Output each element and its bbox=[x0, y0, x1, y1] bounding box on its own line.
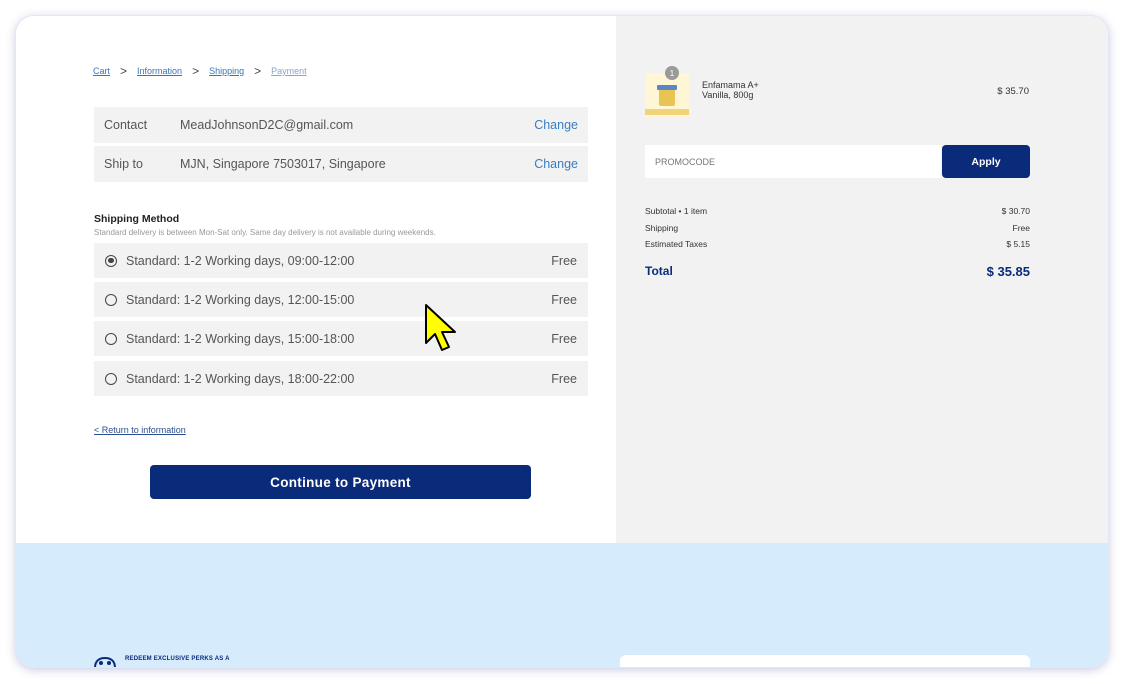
taxes-value: $ 5.15 bbox=[1006, 239, 1030, 249]
product-band-shape bbox=[645, 109, 689, 115]
footer-card bbox=[620, 655, 1030, 667]
shipping-option-label: Standard: 1-2 Working days, 15:00-18:00 bbox=[126, 331, 355, 346]
taxes-row: Estimated Taxes $ 5.15 bbox=[645, 239, 1030, 249]
total-value: $ 35.85 bbox=[986, 264, 1030, 279]
radio-unselected-icon[interactable] bbox=[105, 372, 117, 385]
shipping-option-label: Standard: 1-2 Working days, 18:00-22:00 bbox=[126, 371, 355, 386]
footer-banner: REDEEM EXCLUSIVE PERKS AS A bbox=[16, 543, 1108, 667]
checkout-main: Cart > Information > Shipping > Payment … bbox=[16, 16, 616, 543]
total-label: Total bbox=[645, 264, 673, 278]
product-image bbox=[645, 73, 689, 117]
checkout-window: Cart > Information > Shipping > Payment … bbox=[16, 16, 1108, 667]
shipping-option-price: Free bbox=[551, 292, 577, 307]
continue-to-payment-button[interactable]: Continue to Payment bbox=[150, 465, 531, 499]
shipping-option-1500-1800[interactable]: Standard: 1-2 Working days, 15:00-18:00 … bbox=[94, 321, 588, 356]
radio-unselected-icon[interactable] bbox=[105, 332, 117, 345]
breadcrumb-separator: > bbox=[120, 64, 128, 78]
ship-to-change-link[interactable]: Change bbox=[534, 157, 588, 171]
product-name-line2: Vanilla, 800g bbox=[702, 90, 754, 100]
perks-logo-icon bbox=[94, 656, 116, 667]
apply-promo-button[interactable]: Apply bbox=[942, 145, 1030, 178]
shipping-option-0900-1200[interactable]: Standard: 1-2 Working days, 09:00-12:00 … bbox=[94, 243, 588, 278]
product-lid-shape bbox=[657, 85, 677, 90]
breadcrumb-payment: Payment bbox=[271, 66, 307, 76]
shipping-value: Free bbox=[1012, 223, 1030, 233]
product-can-shape bbox=[659, 88, 675, 106]
mouse-cursor-icon bbox=[425, 304, 456, 351]
breadcrumb-information[interactable]: Information bbox=[137, 66, 182, 76]
shipping-method-note: Standard delivery is between Mon-Sat onl… bbox=[94, 228, 436, 237]
shipping-method-title: Shipping Method bbox=[94, 213, 180, 225]
taxes-label: Estimated Taxes bbox=[645, 239, 708, 249]
ship-to-label: Ship to bbox=[104, 157, 143, 171]
contact-value: MeadJohnsonD2C@gmail.com bbox=[180, 118, 354, 132]
shipping-label: Shipping bbox=[645, 223, 679, 233]
contact-change-link[interactable]: Change bbox=[534, 118, 588, 132]
promo-code-input[interactable] bbox=[645, 145, 941, 178]
radio-unselected-icon[interactable] bbox=[105, 293, 117, 306]
order-summary-panel: Enfamama A+ Vanilla, 800g $ 35.70 Apply … bbox=[616, 16, 1108, 543]
product-name: Enfamama A+ Vanilla, 800g bbox=[702, 80, 792, 100]
shipping-option-price: Free bbox=[551, 253, 577, 268]
shipping-option-label: Standard: 1-2 Working days, 12:00-15:00 bbox=[126, 292, 355, 307]
subtotal-value: $ 30.70 bbox=[1001, 206, 1030, 216]
product-name-line1: Enfamama A+ bbox=[702, 80, 759, 90]
subtotal-row: Subtotal • 1 item $ 30.70 bbox=[645, 206, 1030, 216]
shipping-option-1200-1500[interactable]: Standard: 1-2 Working days, 12:00-15:00 … bbox=[94, 282, 588, 317]
return-to-information-link[interactable]: < Return to information bbox=[94, 425, 186, 435]
shipping-row: Shipping Free bbox=[645, 223, 1030, 233]
breadcrumb-cart[interactable]: Cart bbox=[93, 66, 110, 76]
contact-row: Contact MeadJohnsonD2C@gmail.com Change bbox=[94, 107, 588, 143]
radio-selected-icon[interactable] bbox=[105, 254, 117, 267]
quantity-badge: 1 bbox=[665, 66, 679, 80]
shipping-option-price: Free bbox=[551, 371, 577, 386]
contact-label: Contact bbox=[104, 118, 148, 132]
subtotal-label: Subtotal • 1 item bbox=[645, 206, 708, 216]
breadcrumb-separator: > bbox=[192, 64, 200, 78]
product-price: $ 35.70 bbox=[997, 86, 1029, 97]
perks-text: REDEEM EXCLUSIVE PERKS AS A bbox=[125, 656, 230, 662]
breadcrumb: Cart > Information > Shipping > Payment bbox=[93, 64, 307, 78]
ship-to-row: Ship to MJN, Singapore 7503017, Singapor… bbox=[94, 146, 588, 182]
ship-to-value: MJN, Singapore 7503017, Singapore bbox=[180, 157, 386, 171]
breadcrumb-separator: > bbox=[254, 64, 262, 78]
shipping-option-price: Free bbox=[551, 331, 577, 346]
total-row: Total $ 35.85 bbox=[645, 264, 1030, 279]
shipping-option-label: Standard: 1-2 Working days, 09:00-12:00 bbox=[126, 253, 355, 268]
shipping-option-1800-2200[interactable]: Standard: 1-2 Working days, 18:00-22:00 … bbox=[94, 361, 588, 396]
breadcrumb-shipping[interactable]: Shipping bbox=[209, 66, 244, 76]
